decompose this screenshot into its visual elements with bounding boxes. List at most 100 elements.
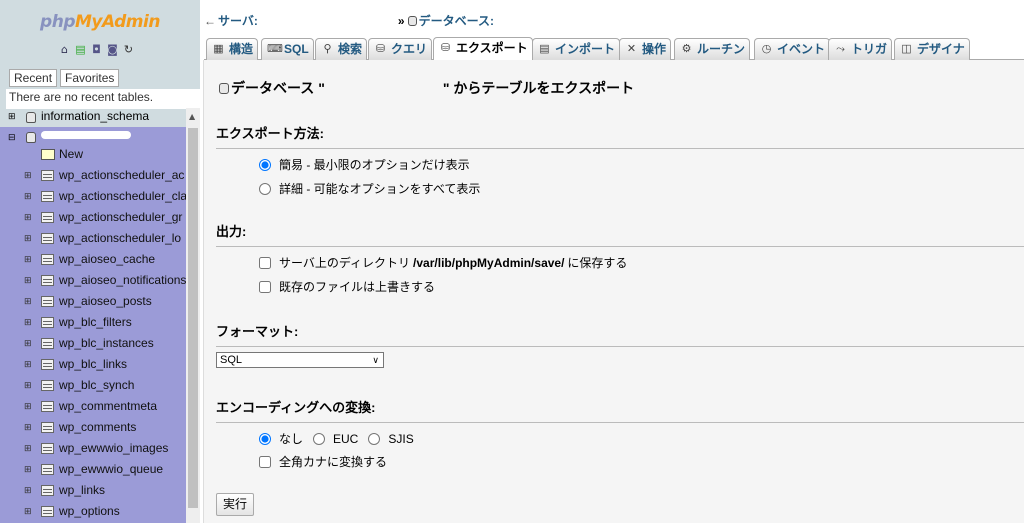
save-on-server-checkbox[interactable] bbox=[259, 256, 271, 269]
tab-sql[interactable]: ⌨ SQL bbox=[261, 38, 314, 60]
tab-recent[interactable]: Recent bbox=[9, 69, 58, 87]
table-item[interactable]: ⊞ wp_ewwwio_queue bbox=[0, 459, 186, 480]
breadcrumb-database[interactable]: データベース: bbox=[419, 14, 494, 28]
tab-structure[interactable]: ▦ 構造 bbox=[206, 38, 259, 60]
encoding-euc-option[interactable]: EUC bbox=[313, 432, 358, 446]
tab-search[interactable]: ⚲ 検索 bbox=[315, 38, 368, 60]
kana-checkbox[interactable] bbox=[259, 455, 271, 468]
expand-icon[interactable]: ⊞ bbox=[24, 312, 32, 333]
kana-option[interactable]: 全角カナに変換する bbox=[259, 453, 387, 470]
expand-icon[interactable]: ⊞ bbox=[24, 396, 32, 417]
new-label: New bbox=[59, 147, 84, 161]
table-name: wp_blc_synch bbox=[59, 378, 135, 392]
overwrite-option[interactable]: 既存のファイルは上書きする bbox=[259, 278, 435, 295]
expand-icon[interactable]: ⊞ bbox=[24, 438, 32, 459]
reload-icon[interactable]: ↻ bbox=[122, 43, 135, 56]
table-item[interactable]: ⊞ wp_options bbox=[0, 501, 186, 522]
db-tree-item-information-schema[interactable]: ⊞ information_schema bbox=[6, 108, 186, 128]
docs-icon[interactable]: ◘ bbox=[90, 43, 103, 56]
table-name: wp_aioseo_cache bbox=[59, 252, 156, 266]
table-item[interactable]: ⊞ wp_aioseo_posts bbox=[0, 291, 186, 312]
expand-icon[interactable]: ⊞ bbox=[8, 111, 16, 122]
breadcrumb-server[interactable]: サーバ: bbox=[218, 14, 258, 28]
quick-radio[interactable] bbox=[259, 158, 271, 171]
table-item[interactable]: ⊞ wp_aioseo_notifications bbox=[0, 270, 186, 291]
new-table-item[interactable]: New bbox=[0, 144, 186, 165]
expand-icon[interactable]: ⊞ bbox=[24, 354, 32, 375]
sql-docs-icon[interactable]: ◙ bbox=[106, 43, 119, 56]
tab-label: SQL bbox=[284, 42, 309, 56]
table-item[interactable]: ⊞ wp_actionscheduler_gr bbox=[0, 207, 186, 228]
expand-icon[interactable]: ⊞ bbox=[24, 501, 32, 522]
tab-designer[interactable]: ◫ デザイナ bbox=[894, 38, 970, 60]
encoding-none-option[interactable]: なし bbox=[259, 430, 303, 447]
overwrite-label: 既存のファイルは上書きする bbox=[279, 280, 436, 294]
encoding-none-radio[interactable] bbox=[259, 432, 271, 445]
expand-icon[interactable]: ⊞ bbox=[24, 459, 32, 480]
sql-icon: ⌨ bbox=[267, 43, 283, 55]
save-on-server-option[interactable]: サーバ上のディレクトリ/var/lib/phpMyAdmin/save/に保存す… bbox=[259, 254, 627, 271]
expand-icon[interactable]: ⊞ bbox=[24, 333, 32, 354]
table-item[interactable]: ⊞ wp_commentmeta bbox=[0, 396, 186, 417]
expand-icon[interactable]: ⊞ bbox=[24, 375, 32, 396]
tab-operations[interactable]: ✕ 操作 bbox=[619, 38, 672, 60]
expand-icon[interactable]: ⊞ bbox=[24, 480, 32, 501]
radio-quick-export[interactable]: 簡易 - 最小限のオプションだけ表示 bbox=[259, 156, 470, 173]
radio-custom-export[interactable]: 詳細 - 可能なオプションをすべて表示 bbox=[259, 180, 480, 197]
format-selected-value: SQL bbox=[220, 354, 243, 366]
expand-icon[interactable]: ⊞ bbox=[24, 291, 32, 312]
nav-scrollbar[interactable]: ▲ bbox=[186, 108, 200, 523]
encoding-euc-radio[interactable] bbox=[313, 432, 326, 445]
table-name: wp_blc_links bbox=[59, 357, 128, 371]
table-item[interactable]: ⊞ wp_links bbox=[0, 480, 186, 501]
phpmyadmin-logo[interactable]: phpMyAdmin bbox=[0, 12, 200, 32]
tab-export[interactable]: ⛁ エクスポート bbox=[433, 37, 533, 60]
redacted-db-name bbox=[325, 84, 443, 94]
table-item[interactable]: ⊞ wp_blc_filters bbox=[0, 312, 186, 333]
encoding-heading: エンコーディングへの変換: bbox=[216, 397, 1024, 423]
expand-icon[interactable]: ⊞ bbox=[24, 249, 32, 270]
table-icon bbox=[41, 464, 54, 475]
home-icon[interactable]: ⌂ bbox=[58, 43, 71, 56]
expand-icon[interactable]: ⊞ bbox=[24, 417, 32, 438]
table-item[interactable]: ⊞ wp_blc_instances bbox=[0, 333, 186, 354]
table-item[interactable]: ⊞ wp_ewwwio_images bbox=[0, 438, 186, 459]
table-item[interactable]: ⊞ wp_aioseo_cache bbox=[0, 249, 186, 270]
tab-events[interactable]: ◷ イベント bbox=[754, 38, 831, 60]
table-icon bbox=[41, 380, 54, 391]
table-item[interactable]: ⊞ wp_blc_synch bbox=[0, 375, 186, 396]
tab-triggers[interactable]: ⤳ トリガ bbox=[828, 38, 893, 60]
tab-label: デザイナ bbox=[917, 42, 965, 56]
tab-label: ルーチン bbox=[697, 42, 746, 56]
back-arrow-icon[interactable]: ← bbox=[204, 14, 216, 28]
format-select[interactable]: SQL ∨ bbox=[216, 352, 384, 368]
expand-icon[interactable]: ⊞ bbox=[24, 207, 32, 228]
table-name: wp_blc_filters bbox=[59, 315, 132, 329]
table-item[interactable]: ⊞ wp_comments bbox=[0, 417, 186, 438]
expand-icon[interactable]: ⊞ bbox=[24, 270, 32, 291]
expand-icon[interactable]: ⊞ bbox=[24, 186, 32, 207]
tab-routines[interactable]: ⚙ ルーチン bbox=[674, 38, 751, 60]
encoding-sjis-option[interactable]: SJIS bbox=[368, 432, 414, 446]
logo-php: php bbox=[40, 12, 75, 32]
expand-icon[interactable]: ⊞ bbox=[24, 165, 32, 186]
tab-import[interactable]: ▤ インポート bbox=[532, 38, 621, 60]
tab-favorites[interactable]: Favorites bbox=[60, 69, 120, 87]
scroll-up-icon[interactable]: ▲ bbox=[189, 112, 195, 121]
go-button[interactable]: 実行 bbox=[216, 493, 255, 516]
scroll-thumb[interactable] bbox=[188, 128, 198, 508]
table-item[interactable]: ⊞ wp_actionscheduler_lo bbox=[0, 228, 186, 249]
table-item[interactable]: ⊞ wp_actionscheduler_cla bbox=[0, 186, 186, 207]
logout-icon[interactable]: ▤ bbox=[74, 43, 87, 56]
table-item[interactable]: ⊞ wp_blc_links bbox=[0, 354, 186, 375]
db-name: information_schema bbox=[41, 109, 150, 123]
table-item[interactable]: ⊞ wp_actionscheduler_ac bbox=[0, 165, 186, 186]
tab-query[interactable]: ⛁ クエリ bbox=[368, 38, 433, 60]
database-icon bbox=[26, 132, 36, 143]
custom-radio[interactable] bbox=[259, 182, 271, 195]
overwrite-checkbox[interactable] bbox=[259, 280, 271, 293]
table-icon bbox=[41, 233, 54, 244]
tab-label: 構造 bbox=[229, 42, 254, 56]
expand-icon[interactable]: ⊞ bbox=[24, 228, 32, 249]
encoding-sjis-radio[interactable] bbox=[368, 432, 381, 445]
